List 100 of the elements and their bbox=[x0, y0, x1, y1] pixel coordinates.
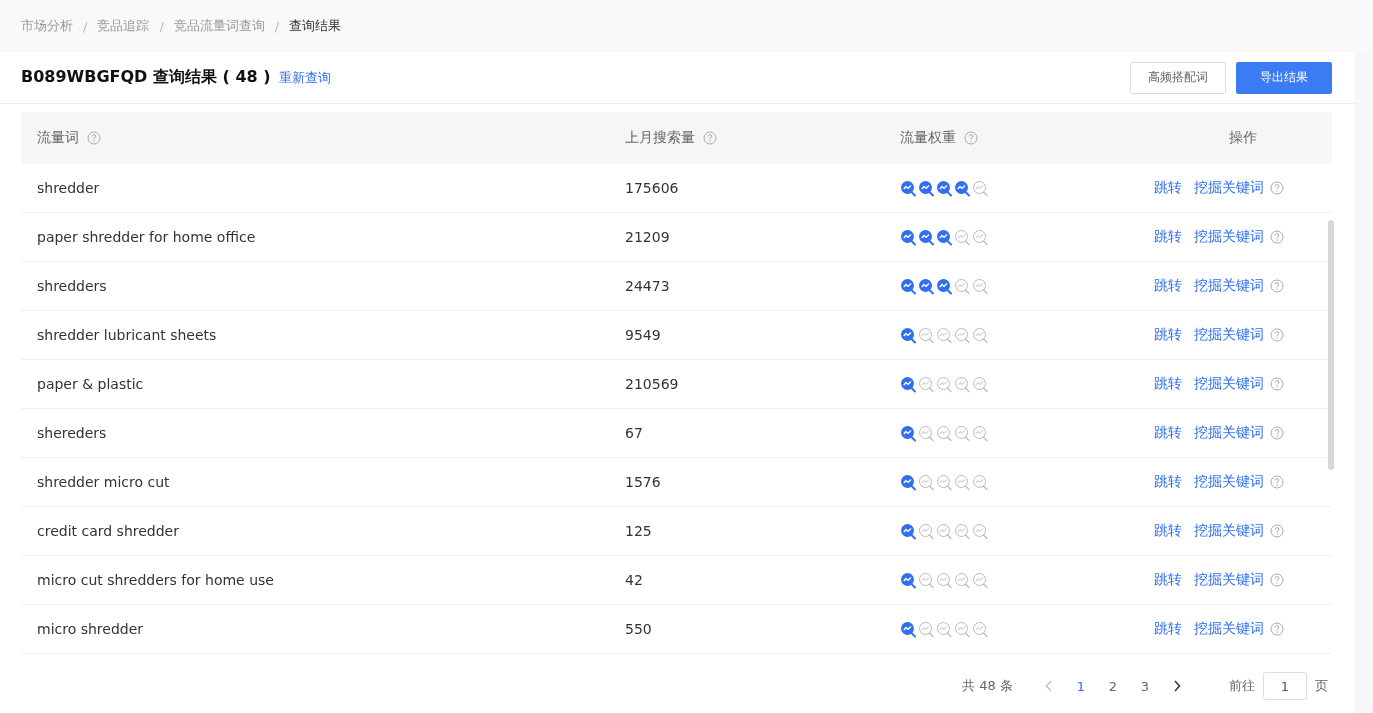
page-button[interactable]: 1 bbox=[1069, 678, 1093, 694]
filled-chart-bubble-icon bbox=[900, 326, 917, 344]
jump-link[interactable]: 跳转 bbox=[1154, 228, 1182, 247]
empty-chart-bubble-icon bbox=[918, 375, 935, 393]
empty-chart-bubble-icon bbox=[936, 424, 953, 442]
column-header: 流量词 bbox=[37, 129, 79, 148]
help-icon[interactable] bbox=[1270, 279, 1284, 294]
empty-chart-bubble-icon bbox=[936, 326, 953, 344]
keyword-cell-text: shredder bbox=[37, 180, 101, 197]
volume-cell-text: 21209 bbox=[625, 229, 671, 246]
breadcrumb-separator: / bbox=[159, 18, 164, 34]
volume-cell-text: 42 bbox=[625, 572, 644, 589]
breadcrumb-item[interactable]: 竞品流量词查询 bbox=[173, 17, 265, 35]
empty-chart-bubble-icon bbox=[918, 424, 935, 442]
export-button[interactable]: 导出结果 bbox=[1236, 61, 1332, 94]
mine-keywords-link[interactable]: 挖掘关键词 bbox=[1194, 571, 1264, 590]
help-icon[interactable] bbox=[964, 131, 978, 146]
keyword-cell-text: micro cut shredders for home use bbox=[37, 572, 275, 589]
filled-chart-bubble-icon bbox=[918, 228, 935, 246]
volume-cell-text: 550 bbox=[625, 621, 653, 638]
mine-keywords-link[interactable]: 挖掘关键词 bbox=[1194, 375, 1264, 394]
empty-chart-bubble-icon bbox=[936, 473, 953, 491]
volume-cell-text: 175606 bbox=[625, 180, 680, 197]
filled-chart-bubble-icon bbox=[900, 179, 917, 197]
jump-link[interactable]: 跳转 bbox=[1154, 179, 1182, 198]
empty-chart-bubble-icon bbox=[972, 424, 989, 442]
mine-keywords-link[interactable]: 挖掘关键词 bbox=[1194, 179, 1264, 198]
volume-cell-text: 210569 bbox=[625, 376, 680, 393]
chevron-right-icon bbox=[1173, 680, 1181, 693]
jump-link[interactable]: 跳转 bbox=[1154, 571, 1182, 590]
help-icon[interactable] bbox=[1270, 524, 1284, 539]
help-icon[interactable] bbox=[1270, 475, 1284, 490]
filled-chart-bubble-icon bbox=[900, 620, 917, 638]
mine-keywords-link[interactable]: 挖掘关键词 bbox=[1194, 326, 1264, 345]
mine-keywords-link[interactable]: 挖掘关键词 bbox=[1194, 228, 1264, 247]
empty-chart-bubble-icon bbox=[972, 571, 989, 589]
empty-chart-bubble-icon bbox=[936, 571, 953, 589]
requery-link[interactable]: 重新查询 bbox=[278, 68, 331, 87]
volume-cell-text: 67 bbox=[625, 425, 644, 442]
page-suffix: 页 bbox=[1315, 677, 1328, 696]
jump-link[interactable]: 跳转 bbox=[1154, 473, 1182, 492]
help-icon[interactable] bbox=[703, 131, 717, 146]
breadcrumb-item[interactable]: 市场分析 bbox=[21, 17, 73, 35]
goto-label: 前往 bbox=[1229, 677, 1255, 696]
filled-chart-bubble-icon bbox=[900, 228, 917, 246]
keyword-cell-text: paper shredder for home office bbox=[37, 229, 257, 246]
jump-link[interactable]: 跳转 bbox=[1154, 424, 1182, 443]
jump-link[interactable]: 跳转 bbox=[1154, 375, 1182, 394]
chevron-left-icon bbox=[1045, 680, 1053, 693]
jump-link[interactable]: 跳转 bbox=[1154, 277, 1182, 296]
empty-chart-bubble-icon bbox=[972, 179, 989, 197]
volume-cell-text: 24473 bbox=[625, 278, 671, 295]
keyword-cell-text: micro shredder bbox=[37, 621, 145, 638]
empty-chart-bubble-icon bbox=[918, 473, 935, 491]
jump-link[interactable]: 跳转 bbox=[1154, 522, 1182, 541]
empty-chart-bubble-icon bbox=[972, 473, 989, 491]
column-header: 上月搜索量 bbox=[625, 129, 695, 148]
filled-chart-bubble-icon bbox=[900, 522, 917, 540]
keyword-cell-text: shredders bbox=[37, 278, 108, 295]
mine-keywords-link[interactable]: 挖掘关键词 bbox=[1194, 277, 1264, 296]
help-icon[interactable] bbox=[87, 131, 101, 146]
help-icon[interactable] bbox=[1270, 230, 1284, 245]
help-icon[interactable] bbox=[1270, 377, 1284, 392]
column-header: 流量权重 bbox=[900, 129, 956, 148]
scrollbar-thumb[interactable] bbox=[1328, 220, 1334, 471]
collocation-button[interactable]: 高频搭配词 bbox=[1130, 61, 1226, 94]
column-header: 操作 bbox=[1229, 129, 1257, 148]
help-icon[interactable] bbox=[1270, 328, 1284, 343]
page-button[interactable]: 2 bbox=[1101, 678, 1125, 694]
page-title: B089WBGFQD 查询结果 ( 48 ) bbox=[21, 67, 271, 89]
filled-chart-bubble-icon bbox=[900, 424, 917, 442]
empty-chart-bubble-icon bbox=[972, 277, 989, 295]
breadcrumb-item[interactable]: 竞品追踪 bbox=[97, 17, 150, 35]
mine-keywords-link[interactable]: 挖掘关键词 bbox=[1194, 424, 1264, 443]
filled-chart-bubble-icon bbox=[900, 473, 917, 491]
mine-keywords-link[interactable]: 挖掘关键词 bbox=[1194, 620, 1264, 639]
empty-chart-bubble-icon bbox=[954, 277, 971, 295]
filled-chart-bubble-icon bbox=[918, 277, 935, 295]
help-icon[interactable] bbox=[1270, 426, 1284, 441]
empty-chart-bubble-icon bbox=[954, 571, 971, 589]
empty-chart-bubble-icon bbox=[918, 620, 935, 638]
help-icon[interactable] bbox=[1270, 573, 1284, 588]
help-icon[interactable] bbox=[1270, 622, 1284, 637]
keyword-cell-text: paper & plastic bbox=[37, 376, 145, 393]
empty-chart-bubble-icon bbox=[954, 326, 971, 344]
breadcrumb-separator: / bbox=[83, 18, 88, 34]
jump-link[interactable]: 跳转 bbox=[1154, 620, 1182, 639]
page-input[interactable]: 1 bbox=[1263, 672, 1307, 701]
jump-link[interactable]: 跳转 bbox=[1154, 326, 1182, 345]
volume-cell-text: 9549 bbox=[625, 327, 662, 344]
page-button[interactable]: 3 bbox=[1133, 678, 1157, 694]
mine-keywords-link[interactable]: 挖掘关键词 bbox=[1194, 473, 1264, 492]
mine-keywords-link[interactable]: 挖掘关键词 bbox=[1194, 522, 1264, 541]
empty-chart-bubble-icon bbox=[954, 228, 971, 246]
empty-chart-bubble-icon bbox=[972, 375, 989, 393]
filled-chart-bubble-icon bbox=[900, 277, 917, 295]
help-icon[interactable] bbox=[1270, 181, 1284, 196]
empty-chart-bubble-icon bbox=[954, 375, 971, 393]
empty-chart-bubble-icon bbox=[954, 522, 971, 540]
keyword-cell-text: credit card shredder bbox=[37, 523, 180, 540]
